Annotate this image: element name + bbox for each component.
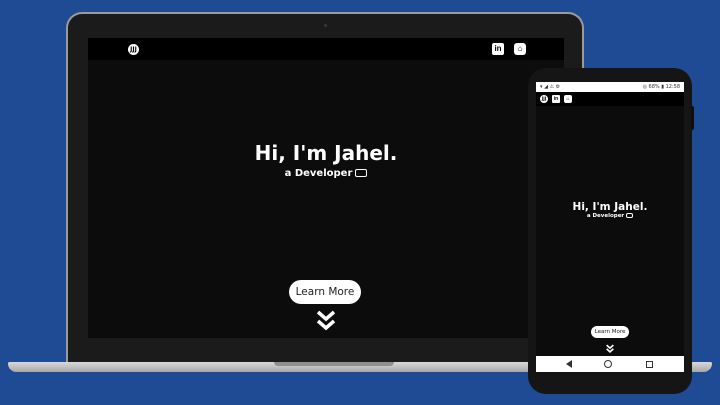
mobile-github-icon[interactable]: ⌂ bbox=[564, 95, 572, 103]
laptop-device: JJJ in ⌂ Hi, I'm Jahel. a Developer Lear… bbox=[66, 12, 584, 364]
navbar: JJJ in ⌂ bbox=[88, 38, 564, 60]
double-chevron-down-icon[interactable] bbox=[314, 309, 338, 331]
mobile-keyboard-icon bbox=[626, 213, 634, 218]
mobile-learn-more-button[interactable]: Learn More bbox=[591, 326, 629, 338]
back-icon[interactable] bbox=[566, 360, 573, 368]
phone-side-button bbox=[691, 106, 694, 130]
mobile-navbar: JJJ in ⌂ bbox=[536, 92, 684, 106]
mobile-hero-subtitle: a Developer bbox=[536, 213, 684, 219]
linkedin-icon[interactable]: in bbox=[492, 43, 504, 55]
mobile-hero-title: Hi, I'm Jahel. bbox=[572, 201, 648, 213]
recent-apps-icon[interactable] bbox=[646, 361, 653, 368]
keyboard-icon bbox=[355, 169, 368, 177]
laptop-screen: JJJ in ⌂ Hi, I'm Jahel. a Developer Lear… bbox=[88, 38, 564, 338]
github-icon[interactable]: ⌂ bbox=[514, 43, 526, 55]
hero-subtitle-text: a Developer bbox=[284, 168, 353, 179]
home-icon[interactable] bbox=[604, 360, 612, 368]
hero-title: Hi, I'm Jahel. bbox=[254, 141, 398, 165]
laptop-notch bbox=[274, 362, 394, 366]
status-icons: ▾ ◢ ⚠ ⚙ bbox=[540, 84, 561, 90]
android-nav-bar bbox=[536, 356, 684, 372]
status-battery-time: ◎ 68% ▮ 12:58 bbox=[642, 84, 680, 90]
phone-screen: ▾ ◢ ⚠ ⚙ ◎ 68% ▮ 12:58 JJJ in ⌂ Hi, I'm J… bbox=[536, 82, 684, 372]
hero-subtitle: a Developer bbox=[88, 168, 564, 179]
laptop-camera bbox=[324, 24, 327, 27]
mobile-hero-subtitle-text: a Developer bbox=[586, 213, 625, 219]
learn-more-button[interactable]: Learn More bbox=[289, 280, 361, 304]
phone-status-bar: ▾ ◢ ⚠ ⚙ ◎ 68% ▮ 12:58 bbox=[536, 82, 684, 92]
site-logo[interactable]: JJJ bbox=[128, 44, 139, 55]
mobile-linkedin-icon[interactable]: in bbox=[552, 95, 560, 103]
mobile-site-logo[interactable]: JJJ bbox=[540, 95, 548, 103]
phone-device: ▾ ◢ ⚠ ⚙ ◎ 68% ▮ 12:58 JJJ in ⌂ Hi, I'm J… bbox=[528, 68, 694, 394]
mobile-double-chevron-down-icon[interactable] bbox=[605, 343, 615, 354]
